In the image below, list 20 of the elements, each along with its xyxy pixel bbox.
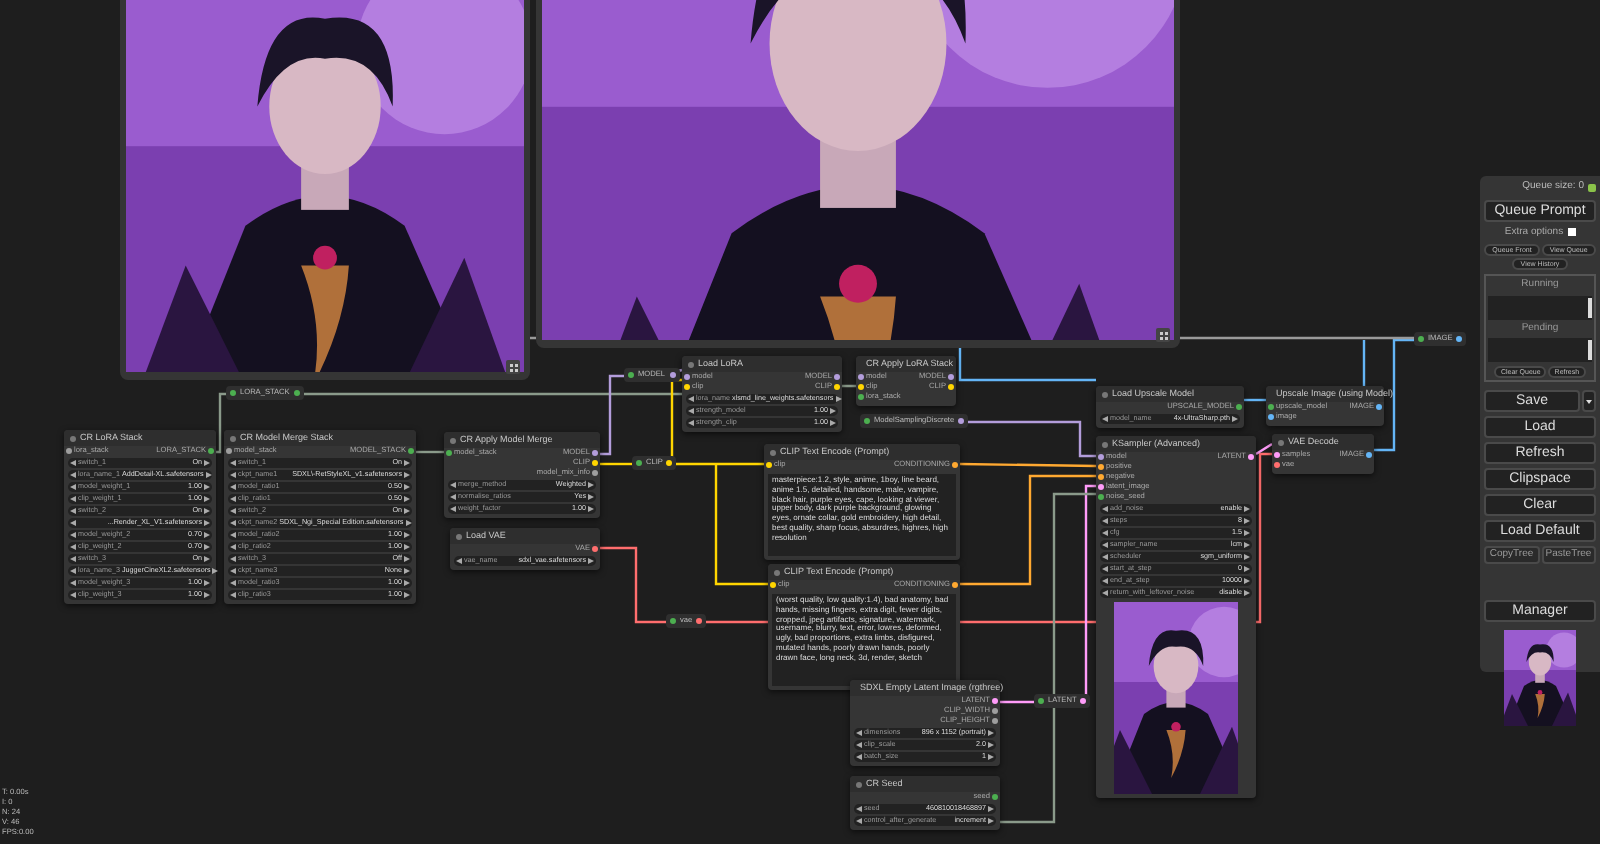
left-arrow-icon[interactable]: [456, 558, 462, 564]
grid-icon: [509, 363, 517, 371]
left-arrow-icon[interactable]: [1102, 416, 1108, 422]
wire: [216, 392, 226, 454]
checkbox[interactable]: [1567, 228, 1576, 237]
wire: [600, 462, 632, 466]
right-arrow-icon[interactable]: [1232, 416, 1238, 422]
wire: [1244, 398, 1266, 402]
status-icon: [1588, 183, 1596, 192]
wire: [416, 450, 444, 454]
grid-button[interactable]: [506, 360, 520, 374]
wire: [600, 546, 666, 624]
wire: [958, 346, 1096, 382]
scrollbar: [1588, 340, 1592, 360]
scrollbar: [1588, 297, 1592, 317]
grid-button[interactable]: [1156, 328, 1170, 342]
caret-icon: [1586, 399, 1592, 403]
grid-icon: [1159, 331, 1167, 339]
save-dropdown-button[interactable]: [1582, 390, 1596, 412]
right-arrow-icon[interactable]: [588, 558, 594, 564]
